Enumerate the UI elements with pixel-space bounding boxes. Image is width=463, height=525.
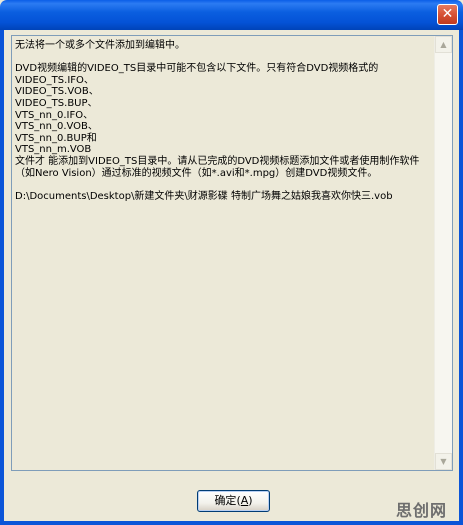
window-frame-right bbox=[459, 30, 463, 525]
message-text-area[interactable]: 无法将一个或多个文件添加到编辑中。 DVD视频编辑的VIDEO_TS目录中可能不… bbox=[11, 35, 453, 471]
scroll-down-button[interactable]: ▼ bbox=[435, 453, 452, 470]
ok-button[interactable]: 确定(A) bbox=[197, 490, 270, 512]
close-icon: ✕ bbox=[441, 6, 454, 22]
arrow-down-icon: ▼ bbox=[440, 457, 447, 466]
title-bar: ✕ bbox=[0, 0, 463, 30]
arrow-up-icon: ▲ bbox=[440, 40, 447, 49]
ok-button-label: 确定 bbox=[214, 494, 237, 507]
ok-accel-close: ) bbox=[248, 494, 253, 507]
window-frame-left bbox=[0, 30, 4, 525]
error-message: 无法将一个或多个文件添加到编辑中。 DVD视频编辑的VIDEO_TS目录中可能不… bbox=[15, 40, 420, 202]
vertical-scrollbar[interactable]: ▲ ▼ bbox=[434, 36, 452, 470]
window-frame-bottom bbox=[0, 521, 463, 525]
close-button[interactable]: ✕ bbox=[437, 4, 458, 25]
watermark-logo: 思创网 bbox=[396, 501, 448, 520]
scroll-up-button[interactable]: ▲ bbox=[435, 36, 452, 53]
